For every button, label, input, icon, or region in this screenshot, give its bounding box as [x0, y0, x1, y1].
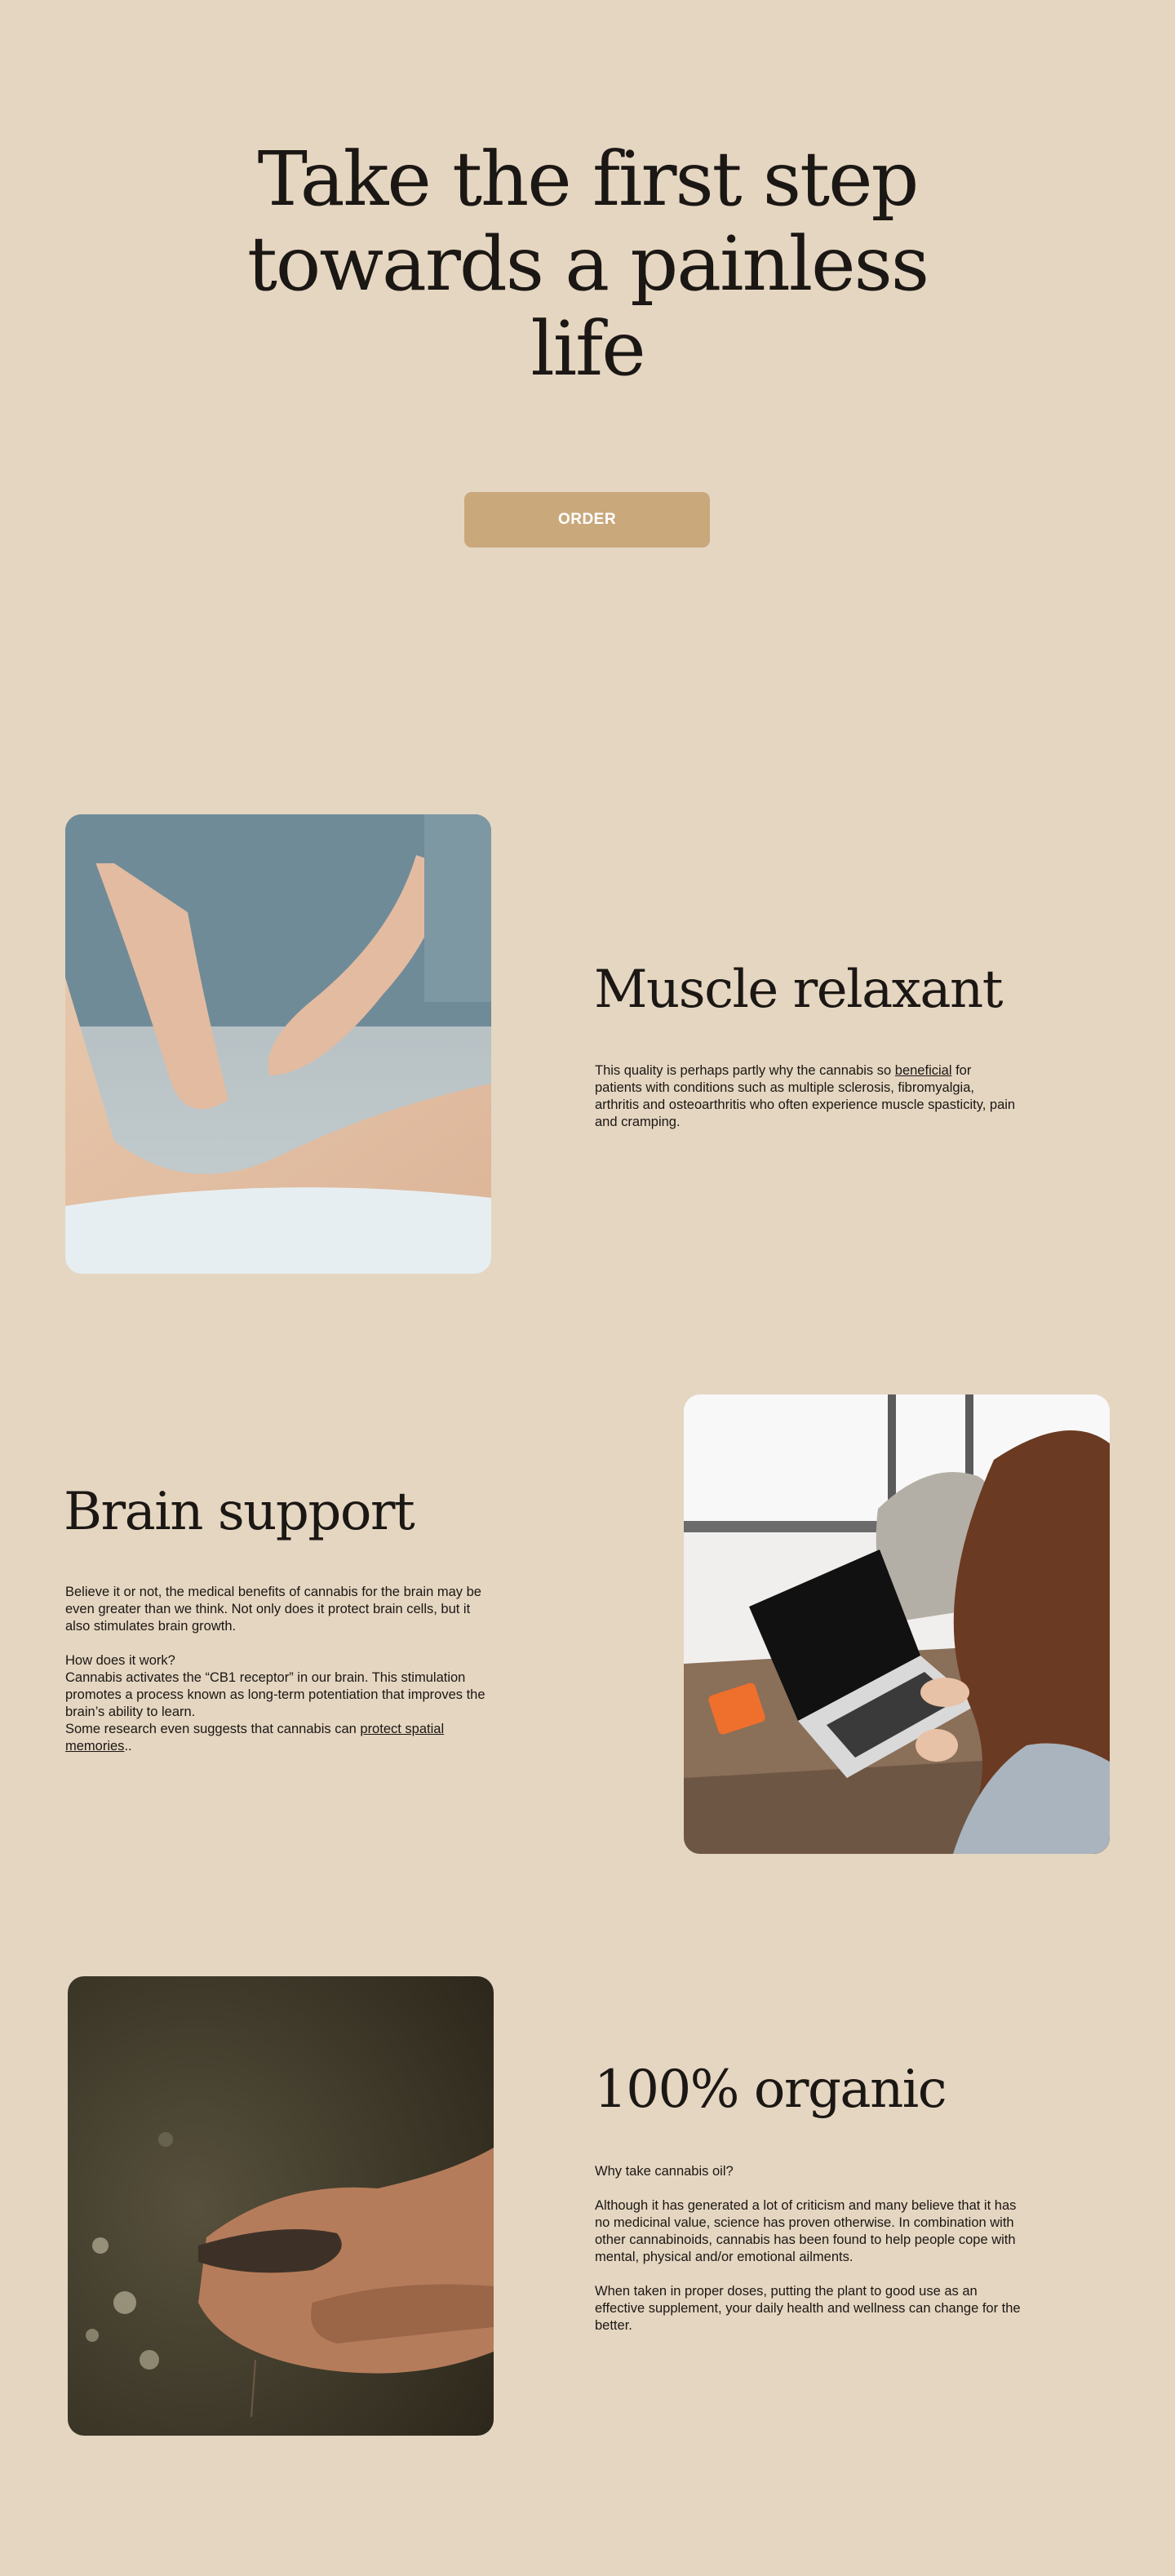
brain-paragraph: Cannabis activates the “CB1 receptor” in…	[65, 1670, 486, 1719]
paragraph-text: Some research even suggests that cannabi…	[65, 1722, 361, 1736]
muscle-relaxant-paragraph: This quality is perhaps partly why the c…	[595, 1062, 1019, 1131]
section-heading-muscle-relaxant: Muscle relaxant	[594, 960, 1003, 1020]
hero-title: Take the first step towards a painless l…	[180, 137, 995, 392]
order-button[interactable]: ORDER	[464, 492, 710, 548]
paragraph-text: ..	[124, 1739, 132, 1754]
hero-title-line: Take the first step	[257, 135, 920, 223]
muscle-relaxant-text: This quality is perhaps partly why the c…	[595, 1062, 1019, 1131]
brain-question: How does it work?	[65, 1653, 175, 1668]
massage-photo	[65, 814, 491, 1274]
section-heading-brain-support: Brain support	[64, 1482, 415, 1542]
paragraph-text: This quality is perhaps partly why the c…	[595, 1063, 895, 1078]
brain-paragraph: Some research even suggests that cannabi…	[65, 1721, 490, 1755]
hands-soil-photo	[68, 1976, 494, 2436]
organic-paragraph: When taken in proper doses, putting the …	[595, 2284, 1021, 2333]
beneficial-link[interactable]: beneficial	[895, 1063, 952, 1078]
brain-support-text: Believe it or not, the medical benefits …	[65, 1584, 490, 1755]
organic-question: Why take cannabis oil?	[595, 2164, 734, 2179]
section-heading-100-organic: 100% organic	[594, 2059, 947, 2120]
brain-paragraph: Believe it or not, the medical benefits …	[65, 1585, 481, 1634]
laptop-woman-photo	[684, 1394, 1110, 1854]
organic-text: Why take cannabis oil? Although it has g…	[595, 2163, 1027, 2334]
hero-title-line: life	[530, 305, 645, 392]
organic-paragraph: Although it has generated a lot of criti…	[595, 2198, 1017, 2264]
hero-title-line: towards a painless	[246, 220, 929, 308]
